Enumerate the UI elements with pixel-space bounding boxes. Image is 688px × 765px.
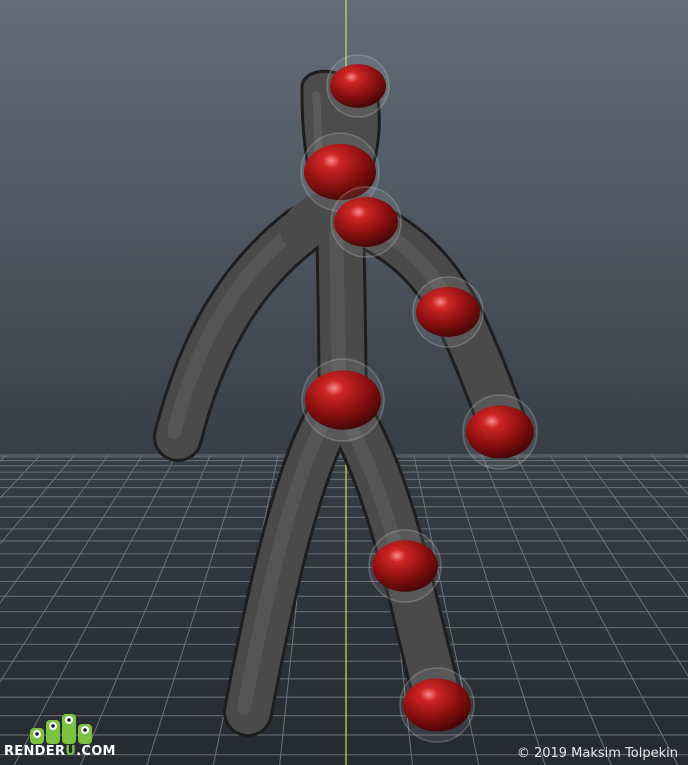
- knee-control[interactable]: [368, 529, 442, 603]
- brand-accent: U: [65, 744, 77, 759]
- 3d-scene: [0, 0, 688, 765]
- maya-viewport[interactable]: RENDERU.COM © 2019 Maksim Tolpekin: [0, 0, 688, 765]
- elbow-control[interactable]: [412, 276, 484, 348]
- head-top-control[interactable]: [326, 54, 390, 118]
- brand-suffix: .COM: [76, 744, 116, 759]
- brand-prefix: RENDER: [4, 744, 66, 759]
- ankle-control[interactable]: [399, 667, 475, 743]
- renderu-logo-text: RENDERU.COM: [4, 744, 116, 759]
- wrist-control[interactable]: [462, 394, 538, 470]
- shoulder-control[interactable]: [330, 186, 402, 258]
- hip-control[interactable]: [301, 358, 385, 442]
- copyright-credit: © 2019 Maksim Tolpekin: [516, 746, 678, 761]
